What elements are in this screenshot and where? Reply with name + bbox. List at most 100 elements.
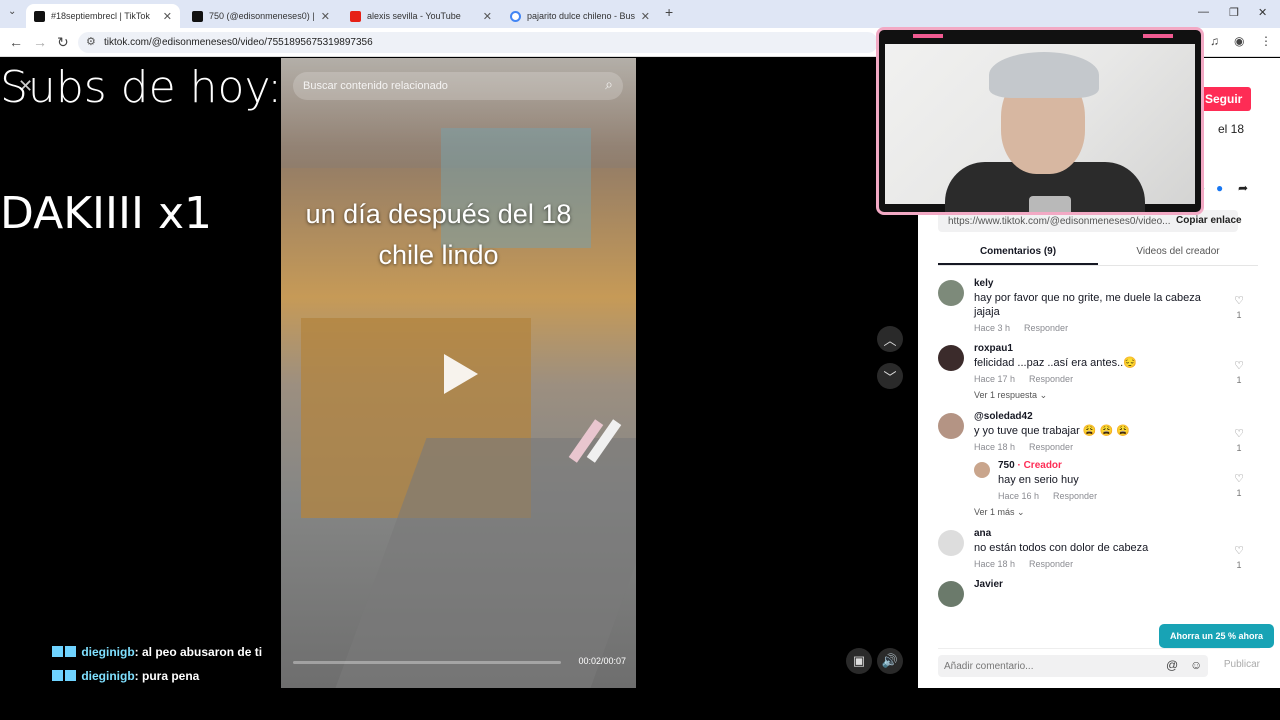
search-icon[interactable]: ⌕ <box>605 76 613 93</box>
comment-text: hay por favor que no grite, me duele la … <box>974 292 1201 318</box>
reply-button[interactable]: Responder <box>1029 442 1073 452</box>
comment-meta: Hace 18 h Responder <box>974 559 1260 569</box>
like-button[interactable]: ♡ 1 <box>1232 544 1246 570</box>
close-icon[interactable]: ✕ <box>321 10 330 23</box>
window-close-icon[interactable]: ✕ <box>1258 6 1267 19</box>
avatar[interactable] <box>938 530 964 556</box>
media-icon[interactable]: ♫ <box>1210 34 1219 48</box>
view-replies-button[interactable]: Ver 1 respuesta ⌄ <box>974 390 1260 401</box>
reply-button[interactable]: Responder <box>1029 559 1073 569</box>
comment-author[interactable]: 750 · Creador <box>998 460 1260 471</box>
chat-badge-icon <box>52 646 63 657</box>
webcam-overlay <box>876 27 1204 215</box>
reload-icon[interactable]: ↻ <box>57 34 69 51</box>
webcam-feed <box>885 44 1195 212</box>
reply-button[interactable]: Responder <box>1024 323 1068 333</box>
pip-button[interactable]: ▣ <box>846 648 872 674</box>
tab-3[interactable]: alexis sevilla - YouTube ✕ <box>342 4 500 28</box>
emoji-icon[interactable]: ☺ <box>1190 658 1202 672</box>
comment-item: Javier <box>938 579 1260 607</box>
mention-icon[interactable]: @ <box>1166 658 1178 672</box>
close-icon[interactable]: ✕ <box>483 10 492 23</box>
tiktok-icon <box>192 10 203 22</box>
comment-author[interactable]: roxpau1 <box>974 343 1260 354</box>
play-icon[interactable] <box>444 354 478 394</box>
like-button[interactable]: ♡ 1 <box>1232 427 1246 453</box>
avatar[interactable] <box>938 581 964 607</box>
comment-author[interactable]: ana <box>974 528 1260 539</box>
chat-user: dieginigb <box>81 669 135 683</box>
avatar[interactable] <box>938 280 964 306</box>
related-search-input[interactable]: Buscar contenido relacionado ⌕ <box>293 72 623 100</box>
like-count: 1 <box>1236 488 1242 498</box>
streamer-logo <box>1029 196 1071 212</box>
tab-4[interactable]: pajarito dulce chileno - Buscar con Goog… <box>502 4 658 28</box>
close-icon[interactable]: ✕ <box>163 10 172 23</box>
avatar[interactable] <box>938 413 964 439</box>
comment-reply: 750 · Creador hay en serio huy Hace 16 h… <box>974 460 1260 501</box>
avatar[interactable] <box>974 462 990 478</box>
comment-time: Hace 3 h <box>974 323 1011 333</box>
profile-icon[interactable]: ◉ <box>1234 34 1244 48</box>
facebook-icon[interactable]: ● <box>1216 181 1223 195</box>
publish-button[interactable]: Publicar <box>1224 659 1260 670</box>
view-more-button[interactable]: Ver 1 más ⌄ <box>974 507 1260 518</box>
like-button[interactable]: ♡ 1 <box>1232 294 1246 320</box>
follow-button[interactable]: Seguir <box>1201 87 1251 111</box>
like-button[interactable]: ♡ 1 <box>1232 359 1246 385</box>
site-info-icon[interactable]: ⚙ <box>86 35 96 48</box>
tab-creator-videos[interactable]: Videos del creador <box>1098 240 1258 265</box>
cam-frame-decoration <box>1143 34 1173 38</box>
video-player[interactable]: Buscar contenido relacionado ⌕ un día de… <box>281 58 636 688</box>
view-replies-label: Ver 1 respuesta <box>974 390 1038 400</box>
chevron-down-icon: ⌄ <box>1039 390 1048 400</box>
heart-icon: ♡ <box>1234 473 1244 485</box>
copy-link-button[interactable]: Copiar enlace <box>1176 215 1242 226</box>
share-icon[interactable]: ➦ <box>1238 181 1248 195</box>
chat-badge-icon <box>65 670 76 681</box>
menu-icon[interactable]: ⋮ <box>1260 34 1272 48</box>
minimize-icon[interactable]: — <box>1198 6 1209 18</box>
close-icon[interactable]: ✕ <box>18 76 33 97</box>
comment-item: ana no están todos con dolor de cabeza H… <box>938 528 1260 570</box>
maximize-icon[interactable]: ❐ <box>1229 6 1239 19</box>
chat-message: dieginigb: al peo abusaron de ti <box>52 645 262 659</box>
chat-badge-icon <box>52 670 63 681</box>
avatar[interactable] <box>938 345 964 371</box>
panel-tabs: Comentarios (9) Videos del creador <box>938 240 1258 266</box>
comment-author[interactable]: kely <box>974 278 1260 289</box>
reply-button[interactable]: Responder <box>1029 374 1073 384</box>
next-video-button[interactable]: ﹀ <box>877 363 903 389</box>
back-icon[interactable]: ← <box>9 34 23 50</box>
comment-author[interactable]: Javier <box>974 579 1260 590</box>
previous-video-button[interactable]: ︿ <box>877 326 903 352</box>
comment-meta: Hace 17 h Responder <box>974 374 1260 384</box>
promo-button[interactable]: Ahorra un 25 % ahora <box>1159 624 1274 648</box>
tab-list-icon[interactable]: ⌄ <box>8 6 16 17</box>
tab-title: 750 (@edisonmeneses0) | TikTok <box>209 11 315 21</box>
volume-button[interactable]: 🔊 <box>877 648 903 674</box>
tiktok-icon <box>34 10 45 22</box>
chat-badge-icon <box>65 646 76 657</box>
url-text: tiktok.com/@edisonmeneses0/video/7551895… <box>104 37 373 48</box>
chat-text: : pura pena <box>134 669 200 683</box>
comment-text: no están todos con dolor de cabeza <box>974 542 1149 554</box>
caption-line: un día después del 18 <box>305 199 572 229</box>
new-tab-button[interactable]: + <box>665 4 673 20</box>
tab-comments[interactable]: Comentarios (9) <box>938 240 1098 265</box>
like-button[interactable]: ♡ 1 <box>1232 472 1246 498</box>
forward-icon[interactable]: → <box>33 34 47 50</box>
comment-input-row: Añadir comentario... @ ☺ Publicar <box>938 648 1260 677</box>
search-placeholder: Buscar contenido relacionado <box>303 80 448 92</box>
comment-time: Hace 16 h <box>998 491 1040 501</box>
reply-button[interactable]: Responder <box>1053 491 1097 501</box>
like-count: 1 <box>1236 375 1242 385</box>
comment-author[interactable]: @soledad42 <box>974 411 1260 422</box>
close-icon[interactable]: ✕ <box>641 10 650 23</box>
tab-2[interactable]: 750 (@edisonmeneses0) | TikTok ✕ <box>184 4 338 28</box>
chevron-down-icon: ⌄ <box>1017 507 1025 517</box>
url-field[interactable]: ⚙ tiktok.com/@edisonmeneses0/video/75518… <box>78 32 878 53</box>
comment-input[interactable]: Añadir comentario... @ ☺ <box>938 655 1208 677</box>
tab-1[interactable]: #18septiembrecl | TikTok ✕ <box>26 4 180 28</box>
progress-bar[interactable] <box>293 661 561 664</box>
